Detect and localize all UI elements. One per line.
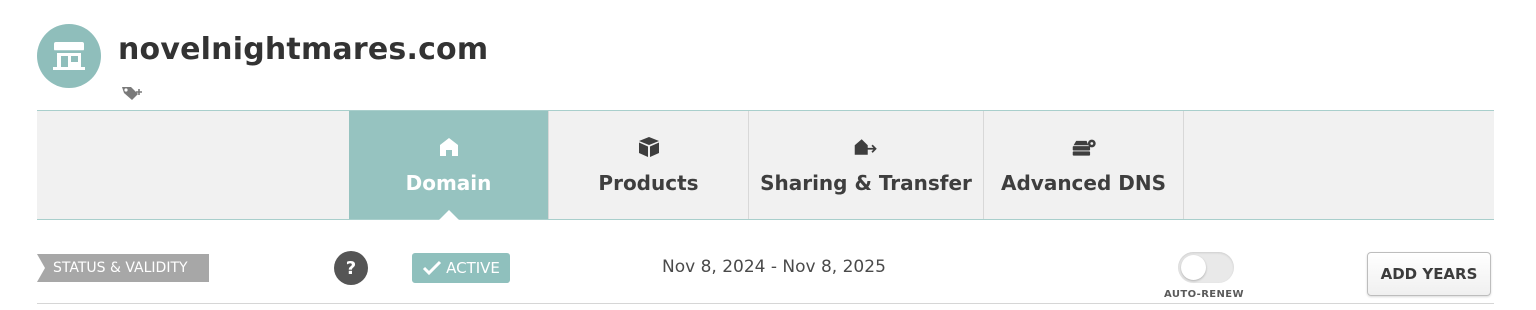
status-badge: ACTIVE xyxy=(412,253,510,283)
checkmark-icon xyxy=(423,260,442,276)
tab-label: Products xyxy=(598,171,699,195)
tab-sharing-transfer[interactable]: Sharing & Transfer xyxy=(749,111,984,219)
home-icon xyxy=(439,138,458,156)
tab-label: Advanced DNS xyxy=(1000,171,1166,195)
help-button[interactable]: ? xyxy=(334,251,368,285)
house-arrow-icon xyxy=(854,139,877,155)
server-gear-icon xyxy=(1072,139,1096,156)
store-avatar xyxy=(37,24,101,88)
status-badge-label: ACTIVE xyxy=(446,259,500,277)
store-icon xyxy=(53,42,85,70)
status-validity-row: STATUS & VALIDITY ? ACTIVE Nov 8, 2024 -… xyxy=(37,221,1494,304)
tab-label: Sharing & Transfer xyxy=(760,171,972,195)
box-icon xyxy=(638,137,659,157)
validity-dates: Nov 8, 2024 - Nov 8, 2025 xyxy=(662,257,886,277)
tag-add-icon[interactable] xyxy=(120,84,146,102)
tab-products[interactable]: Products xyxy=(549,111,749,219)
domain-header: novelnightmares.com xyxy=(37,24,937,104)
domain-name-title: novelnightmares.com xyxy=(118,32,489,67)
auto-renew-label: AUTO-RENEW xyxy=(1164,289,1244,300)
auto-renew-toggle[interactable] xyxy=(1178,252,1234,283)
status-validity-label: STATUS & VALIDITY xyxy=(37,254,209,282)
tab-advanced-dns[interactable]: Advanced DNS xyxy=(984,111,1184,219)
tab-domain[interactable]: Domain xyxy=(349,111,549,220)
toggle-knob xyxy=(1181,255,1206,280)
tab-label: Domain xyxy=(405,171,492,195)
domain-tab-bar: Domain Products Sharing & Transfer Advan… xyxy=(37,110,1494,220)
add-years-button[interactable]: ADD YEARS xyxy=(1367,252,1491,296)
